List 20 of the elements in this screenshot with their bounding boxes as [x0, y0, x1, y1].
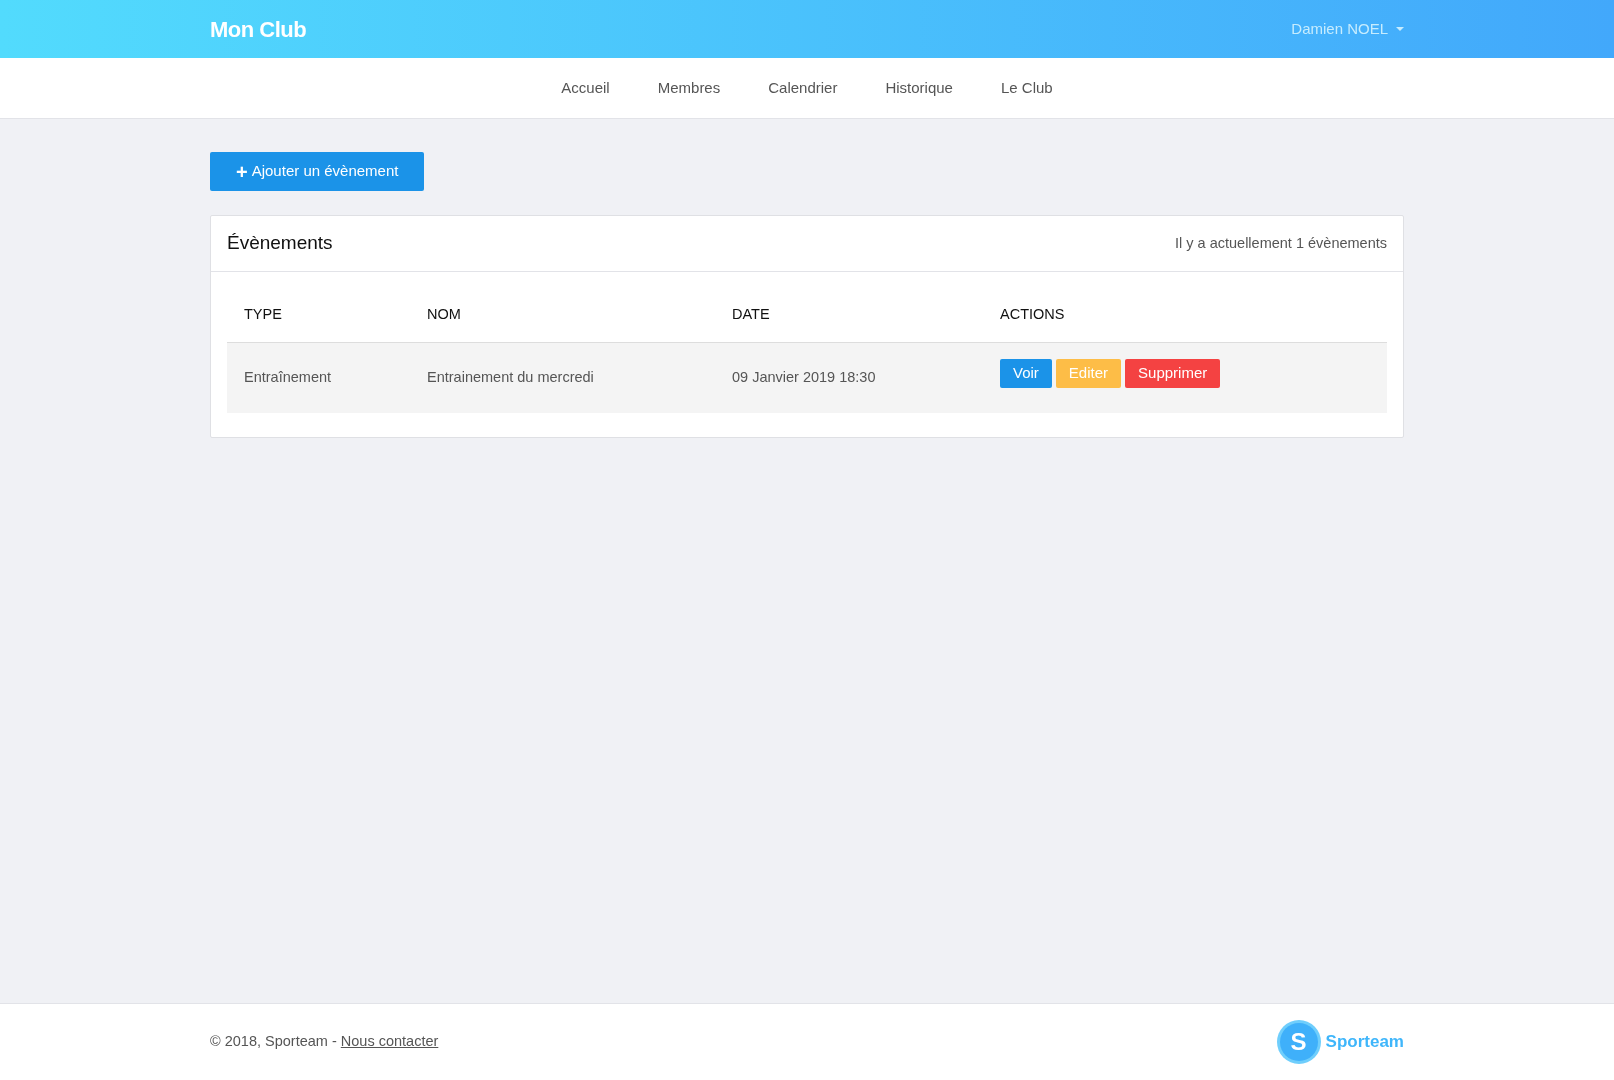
- card-title: Évènements: [227, 231, 333, 256]
- table-cell: Entrainement du mercredi: [410, 342, 715, 413]
- nav-link[interactable]: Membres: [657, 76, 721, 100]
- column-header: ACTIONS: [983, 280, 1387, 343]
- nav-link[interactable]: Le Club: [1000, 76, 1053, 100]
- nav-link[interactable]: Historique: [885, 76, 953, 100]
- contact-link[interactable]: Nous contacter: [340, 1033, 439, 1050]
- column-header: TYPE: [227, 280, 410, 343]
- column-header: NOM: [410, 280, 715, 343]
- sporteam-logo: S Sporteam: [1279, 1023, 1404, 1061]
- table-cell: 09 Janvier 2019 18:30: [715, 342, 983, 413]
- nav-link[interactable]: Calendrier: [768, 76, 838, 100]
- caret-icon: [1396, 26, 1404, 31]
- nav-link[interactable]: Accueil: [561, 76, 610, 100]
- column-header: DATE: [715, 280, 983, 343]
- event-count: Il y a actuellement 1 évènements: [1175, 233, 1387, 253]
- copyright-text: © 2018, Sporteam - Nous contacter: [210, 1032, 439, 1052]
- table-cell: Entraînement: [227, 342, 410, 413]
- delete-button[interactable]: Supprimer: [1125, 359, 1221, 388]
- plus-icon: +: [236, 161, 248, 182]
